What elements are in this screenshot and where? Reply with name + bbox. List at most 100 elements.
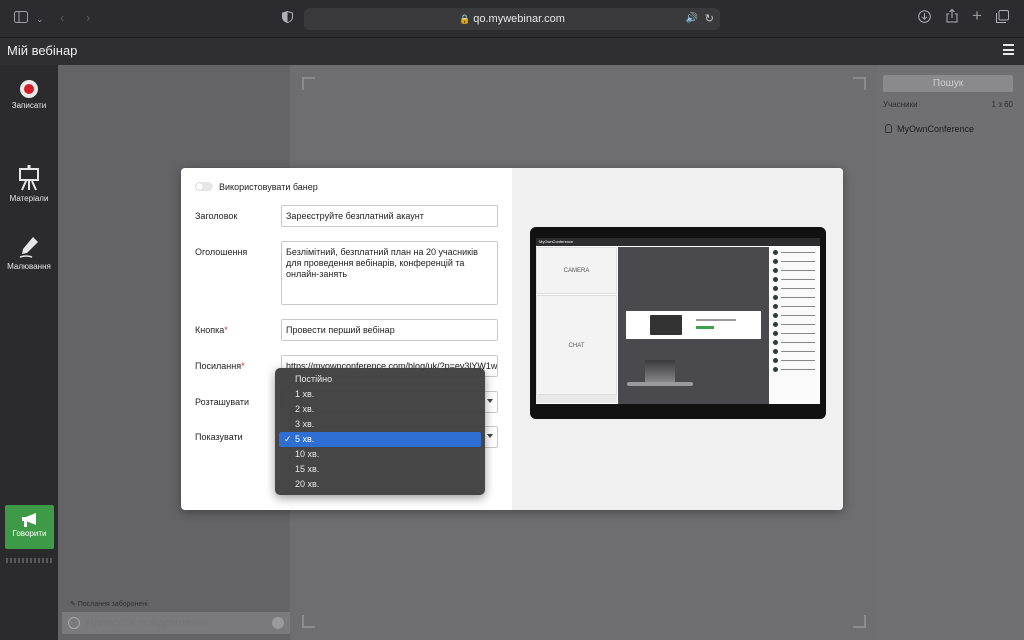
participants-count: 1 з 60 [991,100,1013,109]
preview-banner [626,311,761,339]
sidebar-item-drawing[interactable]: Малювання [0,235,58,271]
sidebar-item-label: Записати [11,101,47,110]
option-label: 15 хв. [295,464,320,474]
record-icon [20,80,38,98]
announcement-label: Оголошення [195,247,248,257]
option-label: 2 хв. [295,404,315,414]
button-label: Кнопка* [195,325,228,335]
participants-label: Учасники [883,100,918,109]
preview-participant-row [772,258,818,265]
speaker-icon[interactable]: 🔊 [686,8,698,30]
stage-corner [302,77,315,90]
participant-item[interactable]: MyOwnConference [885,124,974,134]
forward-icon[interactable]: › [86,9,90,27]
preview-participant-row [772,294,818,301]
required-mark: * [224,325,228,335]
preview-participant-row [772,330,818,337]
monitor-stand [645,360,675,383]
back-icon[interactable]: ‹ [60,9,64,27]
app-header: Мій вебінар [0,38,1024,65]
monitor-preview: MyOwnConference CAMERA CHAT [530,227,826,419]
speak-button[interactable]: Говорити [5,505,54,549]
user-icon [885,124,892,133]
preview-banner-button [696,326,714,329]
preview-participant-row [772,249,818,256]
link-label-text: Посилання [195,361,242,371]
stage-corner [853,77,866,90]
participant-name: MyOwnConference [897,124,975,134]
emoji-icon[interactable] [68,617,80,629]
address-bar[interactable]: 🔒 qo.mywebinar.com 🔊 ↻ [304,8,720,30]
send-icon[interactable] [272,617,284,629]
dropdown-option[interactable]: 15 хв. [279,462,481,477]
reload-icon[interactable]: ↻ [705,8,714,30]
button-label-text: Кнопка [195,325,225,335]
share-icon[interactable] [946,8,958,28]
show-duration-dropdown: Постійно 1 хв. 2 хв. 3 хв. ✓ 5 хв. 10 хв.… [275,368,485,495]
chevron-down-icon[interactable]: ⌄ [36,10,44,28]
dropdown-option[interactable]: 1 хв. [279,387,481,402]
preview-participant-row [772,321,818,328]
speak-label: Говорити [12,529,47,538]
preview-chat: CHAT [536,295,617,395]
button-text-field[interactable]: Провести перший вебінар [281,319,498,341]
participants-panel: Пошук Учасники 1 з 60 MyOwnConference [879,65,1024,640]
checkmark-icon: ✓ [284,434,292,444]
pen-icon [18,235,40,259]
chat-input-bar [62,612,290,634]
audio-level-meter [6,558,54,563]
sidebar-item-label: Малювання [7,262,51,271]
preview-participant-row [772,267,818,274]
use-banner-toggle[interactable] [195,182,213,191]
menu-icon[interactable] [1003,44,1014,55]
option-label: 5 хв. [295,434,315,444]
title-field[interactable]: Зареєструйте безплатний акаунт [281,205,498,227]
url-text: qo.mywebinar.com [473,13,565,25]
notice-text: Послання заборонені [77,601,148,608]
download-icon[interactable] [918,10,931,28]
option-label: 1 хв. [295,389,315,399]
dropdown-option[interactable]: 10 хв. [279,447,481,462]
announcement-field[interactable]: Безлімітний, безплатний план на 20 учасн… [281,241,498,305]
dropdown-option[interactable]: 2 хв. [279,402,481,417]
monitor-base [627,382,693,386]
preview-banner-text [696,319,736,321]
page-title: Мій вебінар [7,43,78,58]
new-tab-icon[interactable]: + [972,7,982,25]
dropdown-option-selected[interactable]: ✓ 5 хв. [279,432,481,447]
title-label: Заголовок [195,211,238,221]
preview-participant-row [772,348,818,355]
option-label: 10 хв. [295,449,320,459]
sidebar-item-record[interactable]: Записати [0,80,58,110]
preview-participant-row [772,303,818,310]
megaphone-icon [20,512,40,530]
position-label: Розташувати [195,397,250,407]
chevron-down-icon [487,399,493,403]
message-input[interactable] [86,615,266,631]
stage-corner [302,615,315,628]
preview-participant-row [772,366,818,373]
sidebar-item-label: Матеріали [9,194,49,203]
preview-participants [770,247,820,404]
search-button[interactable]: Пошук [883,75,1013,92]
preview-participant-row [772,339,818,346]
privacy-shield-icon[interactable] [282,10,293,28]
preview-banner-image [650,315,682,335]
preview-participant-row [772,357,818,364]
tabs-overview-icon[interactable] [996,10,1009,28]
dropdown-option[interactable]: 20 хв. [279,477,481,492]
preview-participant-row [772,285,818,292]
preview-screen: MyOwnConference CAMERA CHAT [536,238,820,404]
banner-preview-pane: MyOwnConference CAMERA CHAT [512,168,843,510]
sidebar-toggle-icon[interactable] [14,10,28,28]
dropdown-option[interactable]: Постійно [279,372,481,387]
browser-toolbar: ⌄ ‹ › 🔒 qo.mywebinar.com 🔊 ↻ + [0,0,1024,38]
preview-participant-row [772,276,818,283]
toggle-label: Використовувати банер [219,182,318,192]
preview-participant-row [772,312,818,319]
sidebar-item-materials[interactable]: Матеріали [0,165,58,203]
preview-stage [618,247,769,404]
preview-header: MyOwnConference [536,238,820,246]
required-mark: * [241,361,245,371]
dropdown-option[interactable]: 3 хв. [279,417,481,432]
